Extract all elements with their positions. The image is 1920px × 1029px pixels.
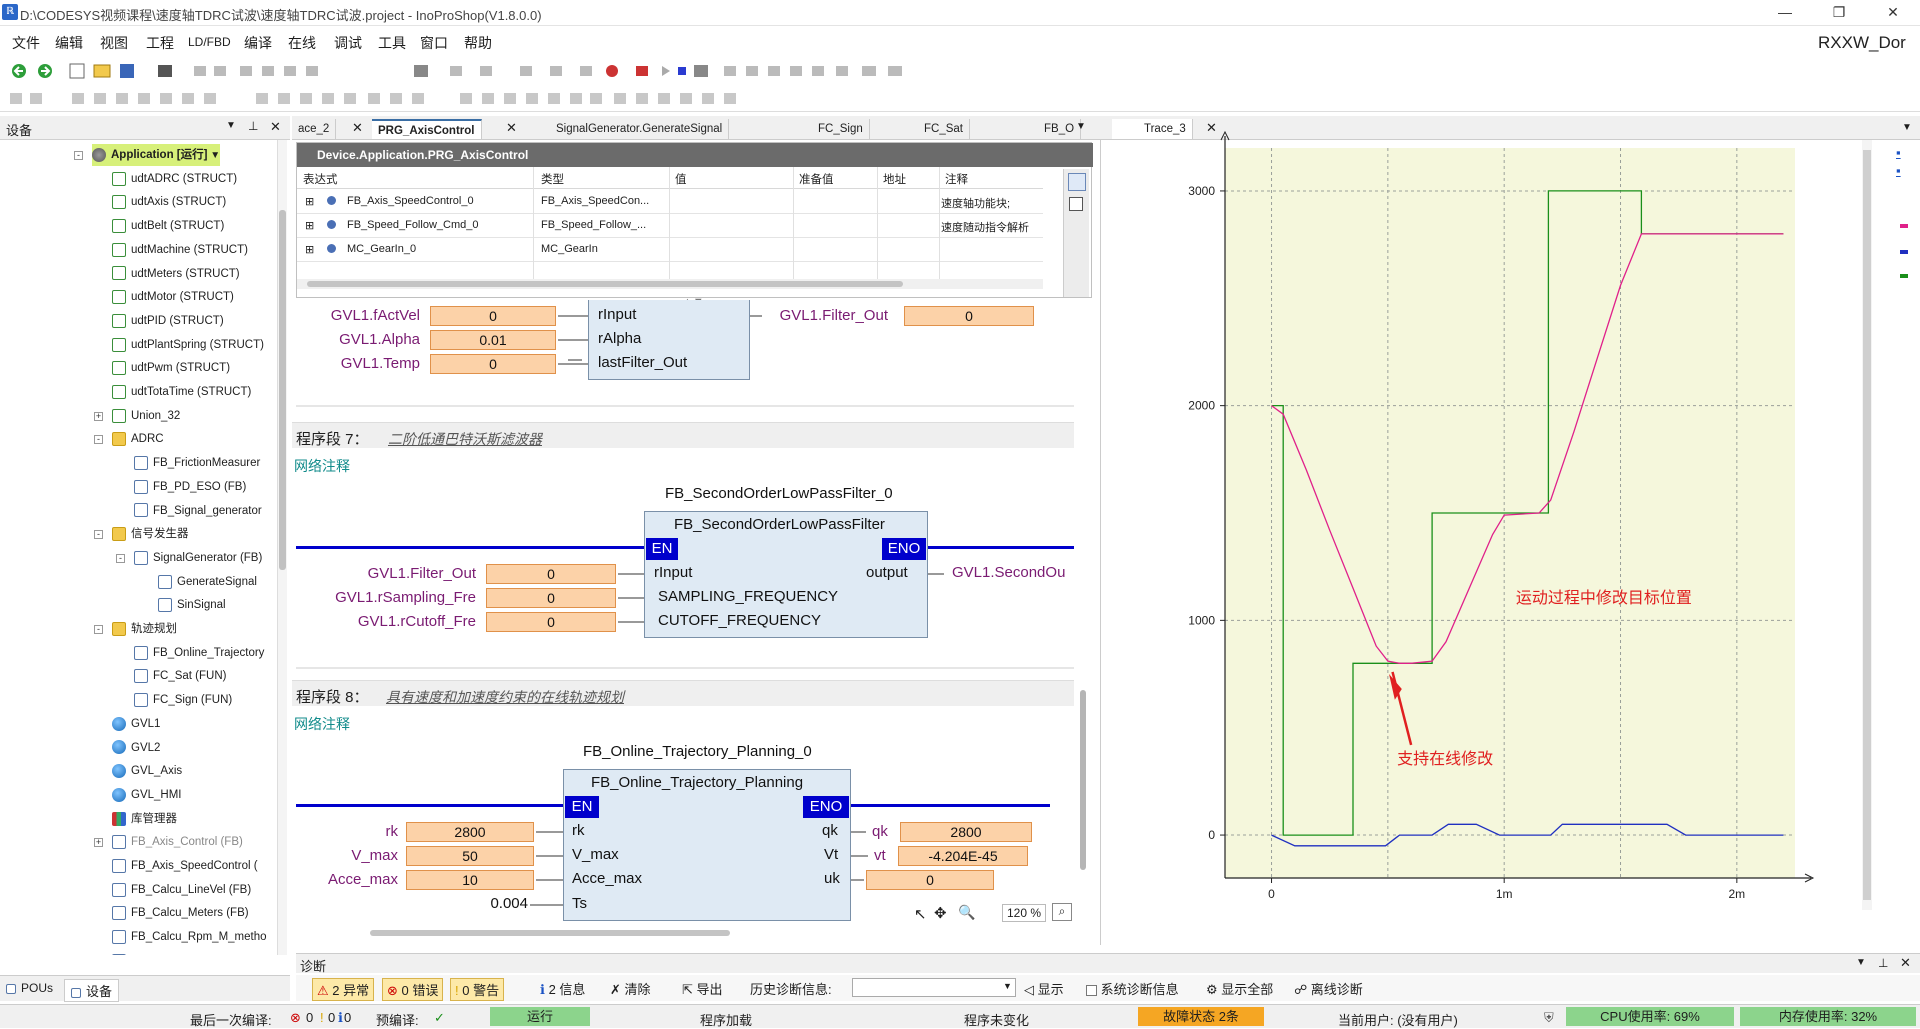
tab-pous[interactable]: POUs: [6, 981, 53, 995]
current-user: 当前用户: (没有用户): [1338, 1010, 1458, 1029]
trace-scrollbar[interactable]: [1862, 140, 1872, 910]
annotation-label: 支持在线修改: [1397, 750, 1493, 768]
export-icon: ⇱: [682, 982, 693, 997]
trace-chart[interactable]: 0 1000 2000 3000 0 1m 2m 运动过程中修改目标位置支持在线修改: [1105, 118, 1865, 938]
diag-show-all-button[interactable]: ⚙ 显示全部: [1206, 979, 1273, 998]
zoom-icon[interactable]: 🔍: [958, 904, 975, 921]
warning-icon: ⚠: [317, 983, 329, 998]
y-tick-label: 3000: [1188, 184, 1215, 198]
diag-history-label: 历史诊断信息:: [750, 979, 832, 998]
cpu-usage: CPU使用率: 69%: [1566, 1007, 1734, 1026]
y-tick-label: 2000: [1188, 399, 1215, 413]
diag-show-button[interactable]: ◁ 显示: [1024, 979, 1064, 998]
memory-usage: 内存使用率: 32%: [1740, 1007, 1916, 1026]
diag-header: 诊断 ▼ ⊥ ✕: [296, 953, 1920, 973]
legend-swatch-green: [1900, 274, 1908, 278]
y-tick-label: 1000: [1188, 613, 1215, 627]
error-icon: ⊗: [387, 983, 398, 998]
diag-dropdown-icon[interactable]: ▼: [1856, 957, 1866, 968]
diag-system-checkbox[interactable]: 系统诊断信息: [1086, 979, 1179, 998]
alert-icon: !: [455, 983, 459, 998]
prev-icon: ◁: [1024, 982, 1034, 997]
fbd-vscroll-thumb[interactable]: [1080, 690, 1086, 870]
info-icon: ℹ: [338, 1010, 343, 1026]
last-compile-label: 最后一次编译:: [190, 1010, 272, 1029]
x-tick-label: 2m: [1729, 887, 1746, 901]
run-state: 运行: [490, 1007, 590, 1026]
trace-scroll-thumb[interactable]: [1863, 150, 1871, 900]
zoom-fit-icon[interactable]: ⌕: [1052, 903, 1072, 921]
diag-errors-button[interactable]: ⊗ 0 错误: [382, 978, 443, 1001]
diag-clear-button[interactable]: ✗ 清除: [610, 979, 651, 998]
diag-export-button[interactable]: ⇱ 导出: [682, 979, 723, 998]
fault-state[interactable]: 故障状态 2条: [1138, 1007, 1264, 1026]
fbd-hscroll-thumb[interactable]: [370, 930, 730, 936]
pan-icon[interactable]: ✥: [934, 904, 947, 922]
program-unchanged: 程序未变化: [964, 1010, 1029, 1029]
diag-exceptions-button[interactable]: ⚠ 2 异常: [312, 978, 374, 1001]
diag-toolbar: ⚠ 2 异常 ⊗ 0 错误 ! 0 警告 ℹ 2 信息 ✗ 清除 ⇱ 导出 历史…: [296, 975, 1920, 1001]
minimize-button[interactable]: —: [1762, 0, 1808, 26]
offline-icon: ☍: [1294, 982, 1307, 997]
compile-warnings-count: 0: [328, 1010, 335, 1025]
diag-pin-icon[interactable]: ⊥: [1878, 956, 1888, 970]
fbd-wires-8: [0, 0, 1080, 940]
diag-warnings-button[interactable]: ! 0 警告: [450, 978, 504, 1001]
program-loaded: 程序加载: [700, 1010, 752, 1029]
warning-icon: !: [320, 1010, 324, 1025]
compile-info-count: 0: [344, 1010, 351, 1025]
diag-close-icon[interactable]: ✕: [1900, 955, 1911, 971]
annotation-label: 运动过程中修改目标位置: [1516, 589, 1692, 607]
gear-icon: ⚙: [1206, 982, 1218, 997]
select-cursor-icon[interactable]: ↖: [914, 905, 927, 923]
diag-history-select[interactable]: ▼: [852, 978, 1016, 997]
maximize-button[interactable]: ❐: [1816, 0, 1862, 26]
device-bottom-tabs: POUs 设备: [0, 975, 290, 1001]
shield-icon: ⛨: [1544, 1010, 1554, 1026]
function-block-icon: [112, 954, 126, 955]
error-icon: ⊗: [290, 1010, 301, 1026]
status-bar: 最后一次编译: ⊗ 0 ! 0 ℹ 0 预编译: ✓ 运行 程序加载 程序未变化…: [0, 1004, 1920, 1028]
legend-swatch-magenta: [1900, 224, 1908, 228]
checkbox-icon: [1086, 985, 1097, 996]
trace-config-links[interactable]: ▪▪: [1896, 144, 1901, 180]
close-button[interactable]: ✕: [1870, 0, 1916, 26]
x-tick-label: 1m: [1496, 887, 1513, 901]
check-icon: ✓: [434, 1010, 445, 1026]
tab-devices[interactable]: 设备: [64, 979, 119, 1002]
user-badge: RXXW_Dor: [1818, 33, 1906, 53]
tree-item[interactable]: FB_Cycle_RWH (FB): [112, 950, 240, 955]
info-icon: ℹ: [540, 982, 545, 997]
x-tick-label: 0: [1268, 887, 1275, 901]
trace-tab-dropdown-icon[interactable]: ▼: [1902, 122, 1912, 133]
clear-icon: ✗: [610, 982, 621, 997]
zoom-level[interactable]: 120 %: [1002, 904, 1046, 922]
chevron-down-icon: ▼: [1003, 981, 1012, 991]
precompile-label: 预编译:: [376, 1010, 419, 1029]
diag-title: 诊断: [300, 956, 326, 975]
y-tick-label: 0: [1208, 828, 1215, 842]
legend-swatch-blue: [1900, 250, 1908, 254]
diag-info-button[interactable]: ℹ 2 信息: [540, 979, 585, 998]
diag-offline-button[interactable]: ☍ 离线诊断: [1294, 979, 1363, 998]
compile-errors-count: 0: [306, 1010, 313, 1025]
